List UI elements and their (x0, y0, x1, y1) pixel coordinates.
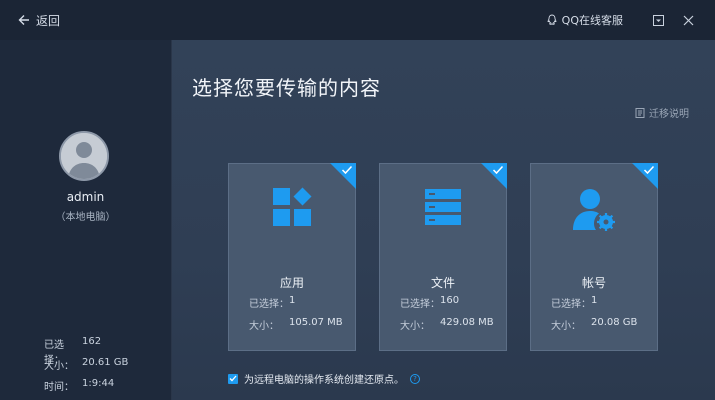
size-value: 429.08 MB (440, 317, 494, 328)
sidebar: admin （本地电脑） 已选择： 162 大小： 20.61 GB 时间： 1… (0, 40, 172, 400)
card-size-row: 大小： 20.08 GB (551, 317, 637, 332)
card-files[interactable]: 文件 已选择： 160 大小： 429.08 MB (379, 163, 507, 351)
main-panel: 选择您要传输的内容 迁移说明 应用 已选择： 1 大小： 105.07 MB 文… (172, 40, 715, 400)
avatar (59, 131, 109, 181)
restore-point-option: 为远程电脑的操作系统创建还原点。 ? (228, 371, 420, 386)
checkmark-icon (643, 165, 655, 175)
size-label: 大小： (551, 321, 581, 332)
back-button[interactable]: 返回 (18, 12, 60, 29)
stat-label: 大小： (44, 361, 74, 372)
size-label: 大小： (249, 321, 279, 332)
card-selected-row: 已选择： 1 (249, 295, 295, 310)
migration-help-link[interactable]: 迁移说明 (635, 105, 689, 120)
selected-value: 1 (289, 295, 296, 306)
document-icon (635, 107, 645, 118)
card-size-row: 大小： 105.07 MB (249, 317, 343, 332)
checkmark-icon (229, 375, 237, 382)
selected-label: 已选择： (400, 299, 440, 310)
size-value: 105.07 MB (289, 317, 343, 328)
size-value: 20.08 GB (591, 317, 638, 328)
minimize-icon (652, 14, 664, 26)
card-apps[interactable]: 应用 已选择： 1 大小： 105.07 MB (228, 163, 356, 351)
page-title: 选择您要传输的内容 (192, 76, 381, 100)
help-question-icon[interactable]: ? (410, 373, 420, 384)
arrow-left-icon (18, 15, 29, 25)
qq-support-button[interactable]: QQ在线客服 (546, 12, 623, 28)
stat-value: 1:9:44 (82, 378, 115, 389)
restore-point-checkbox[interactable] (228, 373, 238, 384)
checkmark-icon (492, 165, 504, 175)
back-label: 返回 (36, 13, 61, 28)
checkmark-icon (341, 165, 353, 175)
card-size-row: 大小： 429.08 MB (400, 317, 494, 332)
stat-value: 20.61 GB (82, 357, 129, 368)
card-title: 应用 (279, 276, 304, 290)
device-label: （本地电脑） (55, 212, 116, 223)
selected-value: 1 (591, 295, 598, 306)
close-button[interactable] (675, 7, 701, 33)
stat-time: 时间： 1:9:44 (44, 378, 114, 393)
selected-label: 已选择： (551, 299, 591, 310)
card-selected-row: 已选择： 1 (551, 295, 597, 310)
migration-help-label: 迁移说明 (649, 109, 689, 120)
stat-size: 大小： 20.61 GB (44, 357, 128, 372)
username: admin (66, 190, 105, 204)
user-avatar-icon (61, 133, 107, 179)
card-selected-row: 已选择： 160 (400, 295, 459, 310)
files-icon (425, 189, 461, 225)
card-title: 文件 (430, 276, 455, 290)
apps-icon (273, 187, 312, 226)
selected-value: 160 (440, 295, 460, 306)
qq-support-label: QQ在线客服 (561, 14, 623, 27)
size-label: 大小： (400, 321, 430, 332)
qq-icon (547, 14, 557, 25)
card-account[interactable]: 帐号 已选择： 1 大小： 20.08 GB (530, 163, 658, 351)
selected-label: 已选择： (249, 299, 289, 310)
card-title: 帐号 (581, 276, 606, 290)
close-icon (683, 15, 693, 25)
account-icon (573, 189, 615, 231)
restore-point-label: 为远程电脑的操作系统创建还原点。 (244, 375, 404, 386)
title-bar: 返回 QQ在线客服 (0, 0, 715, 40)
stat-label: 时间： (44, 382, 74, 393)
minimize-button[interactable] (645, 7, 671, 33)
